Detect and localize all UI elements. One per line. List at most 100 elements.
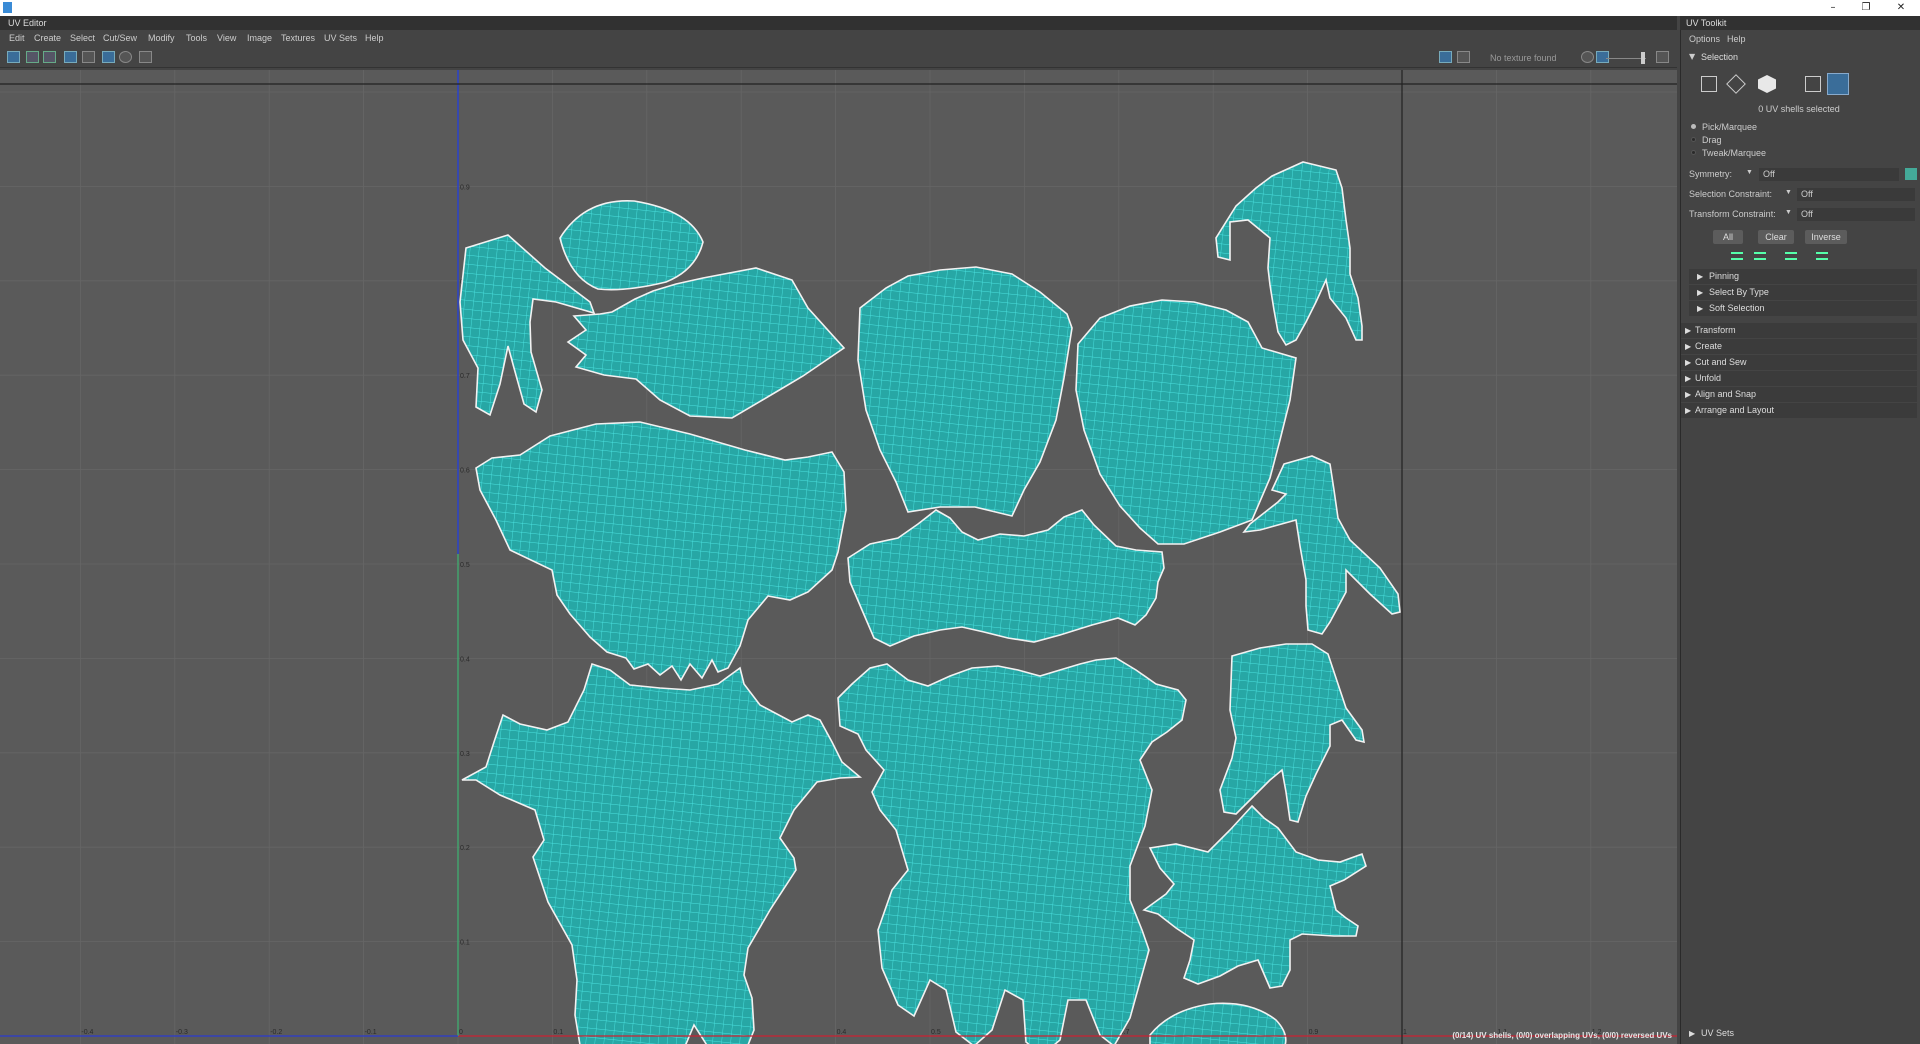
dropdown-arrow-icon[interactable]: ▼ <box>1785 209 1792 216</box>
align-and-snap-section[interactable]: ▶ Align and Snap <box>1681 387 1917 402</box>
distortion-icon[interactable] <box>119 51 132 63</box>
isolate-select-icon[interactable] <box>43 51 56 63</box>
mode-tweak-marquee-label: Tweak/Marquee <box>1702 148 1767 158</box>
gamma-slider-track[interactable] <box>1606 58 1646 59</box>
uv-shell-hand-lower-right[interactable] <box>1219 643 1365 823</box>
symmetry-pick-icon[interactable] <box>1905 168 1917 180</box>
uv-shell-cap-bottom[interactable] <box>1149 1002 1287 1044</box>
menu-create[interactable]: Create <box>34 33 61 43</box>
arrange-and-layout-section[interactable]: ▶ Arrange and Layout <box>1681 403 1917 418</box>
create-section[interactable]: ▶ Create <box>1681 339 1917 354</box>
radio-selected-icon <box>1691 124 1696 129</box>
close-button[interactable]: ✕ <box>1893 1 1909 15</box>
transform-constraint-dropdown[interactable]: Off <box>1797 208 1915 221</box>
select-by-type-section[interactable]: ▶ Select By Type <box>1689 285 1917 300</box>
shrink-selection-icon[interactable] <box>1754 252 1766 260</box>
dropdown-arrow-icon[interactable]: ▼ <box>1746 169 1753 176</box>
transform-constraint-label: Transform Constraint: <box>1689 209 1776 219</box>
display-grid-icon[interactable] <box>64 51 77 63</box>
uv-grid <box>0 70 1677 1044</box>
selection-constraint-dropdown[interactable]: Off <box>1797 188 1915 201</box>
menu-help[interactable]: Help <box>365 33 384 43</box>
selection-constraint-label: Selection Constraint: <box>1689 189 1773 199</box>
v-axis-tick-label: 0.9 <box>460 184 470 191</box>
unfold-section[interactable]: ▶ Unfold <box>1681 371 1917 386</box>
overflow-arrows-icon[interactable] <box>1656 51 1669 63</box>
uv-editor-toolbar: No texture found <box>0 46 1677 68</box>
uv-component-icon[interactable] <box>1701 76 1717 92</box>
shaded-uv-icon[interactable] <box>82 51 95 63</box>
uv-shells[interactable] <box>459 161 1401 1044</box>
exposure-icon[interactable] <box>1581 51 1594 63</box>
transform-section[interactable]: ▶ Transform <box>1681 323 1917 338</box>
uv-shell-torso-left[interactable] <box>461 662 863 1044</box>
select-all-button[interactable]: All <box>1713 230 1743 244</box>
mode-tweak-marquee[interactable]: Tweak/Marquee <box>1691 148 1766 158</box>
select-shortest-path-icon[interactable] <box>1816 252 1828 260</box>
symmetry-row: Symmetry: ▼ Off <box>1689 168 1917 181</box>
uv-shell-jaw[interactable] <box>847 509 1165 647</box>
dropdown-arrow-icon[interactable]: ▼ <box>1785 189 1792 196</box>
uv-face-icon[interactable] <box>1758 75 1776 93</box>
u-axis-tick-label: -0.3 <box>176 1029 188 1036</box>
maya-app-icon <box>3 2 12 13</box>
checker-icon[interactable] <box>1457 51 1470 63</box>
symmetry-label: Symmetry: <box>1689 169 1733 179</box>
clear-selection-button[interactable]: Clear <box>1758 230 1794 244</box>
snapshot-icon[interactable] <box>139 51 152 63</box>
pinning-section[interactable]: ▶ Pinning <box>1689 269 1917 284</box>
expand-triangle-icon: ▶ <box>1689 1029 1696 1038</box>
menu-textures[interactable]: Textures <box>281 33 315 43</box>
selection-section-header[interactable]: ▼ Selection <box>1681 50 1917 64</box>
cut-and-sew-label: Cut and Sew <box>1695 357 1747 367</box>
uv-canvas[interactable]: -0.4 -0.3 -0.2 -0.1 0 0.1 0.2 0.3 0.4 0.5 0.6 0.7 0.… <box>0 70 1677 1044</box>
uv-sets-section[interactable]: ▶ UV Sets <box>1681 1026 1917 1041</box>
mode-drag[interactable]: Drag <box>1691 135 1722 145</box>
v-axis-tick-label: 0.7 <box>460 373 470 380</box>
grow-selection-icon[interactable] <box>1731 252 1743 260</box>
soft-selection-label: Soft Selection <box>1709 303 1765 313</box>
expand-triangle-icon: ▶ <box>1685 406 1692 415</box>
soft-selection-section[interactable]: ▶ Soft Selection <box>1689 301 1917 316</box>
uv-shell-back-right[interactable] <box>1075 299 1297 545</box>
toolkit-menu-help[interactable]: Help <box>1727 34 1746 44</box>
mode-pick-marquee-label: Pick/Marquee <box>1702 122 1758 132</box>
gamma-slider-handle[interactable] <box>1641 52 1645 64</box>
menu-select[interactable]: Select <box>70 33 95 43</box>
mode-drag-label: Drag <box>1702 135 1722 145</box>
menu-image[interactable]: Image <box>247 33 272 43</box>
uv-shell-belly[interactable] <box>837 657 1187 1044</box>
symmetry-dropdown[interactable]: Off <box>1759 168 1899 181</box>
toolkit-menu-options[interactable]: Options <box>1689 34 1720 44</box>
restore-button[interactable]: ❐ <box>1858 1 1874 15</box>
uv-edge-icon[interactable] <box>1726 74 1746 94</box>
menu-modify[interactable]: Modify <box>148 33 175 43</box>
uv-vertex-select-icon[interactable] <box>1805 76 1821 92</box>
menu-view[interactable]: View <box>217 33 236 43</box>
wireframe-icon[interactable] <box>102 51 115 63</box>
uv-shell-toggle-icon[interactable] <box>7 51 20 63</box>
menu-uv-sets[interactable]: UV Sets <box>324 33 357 43</box>
uv-shell-select-icon[interactable] <box>1827 73 1849 95</box>
grid-snap-icon[interactable] <box>26 51 39 63</box>
uv-shell-back-left[interactable] <box>857 266 1073 517</box>
image-ratio-icon[interactable] <box>1596 51 1609 63</box>
uv-shell-nose[interactable] <box>566 267 846 419</box>
texture-display-icon[interactable] <box>1439 51 1452 63</box>
menu-tools[interactable]: Tools <box>186 33 207 43</box>
uv-shell-cap-top[interactable] <box>559 200 704 291</box>
mode-pick-marquee[interactable]: Pick/Marquee <box>1691 122 1757 132</box>
uv-viewport[interactable]: -0.4 -0.3 -0.2 -0.1 0 0.1 0.2 0.3 0.4 0.5 0.6 0.7 0.… <box>0 70 1677 1044</box>
minimize-button[interactable]: – <box>1825 1 1841 15</box>
uv-toolkit-panel: Options Help ▼ Selection 0 UV shells sel… <box>1680 30 1920 1044</box>
uv-shell-head[interactable] <box>475 421 847 682</box>
menu-edit[interactable]: Edit <box>9 33 25 43</box>
u-axis-tick-label: -0.2 <box>270 1029 282 1036</box>
v-axis-tick-label: 0.3 <box>460 751 470 758</box>
cut-and-sew-section[interactable]: ▶ Cut and Sew <box>1681 355 1917 370</box>
align-and-snap-label: Align and Snap <box>1695 389 1757 399</box>
uv-shell-star[interactable] <box>1142 804 1367 989</box>
select-border-icon[interactable] <box>1785 252 1797 260</box>
inverse-selection-button[interactable]: Inverse <box>1805 230 1847 244</box>
menu-cut-sew[interactable]: Cut/Sew <box>103 33 137 43</box>
